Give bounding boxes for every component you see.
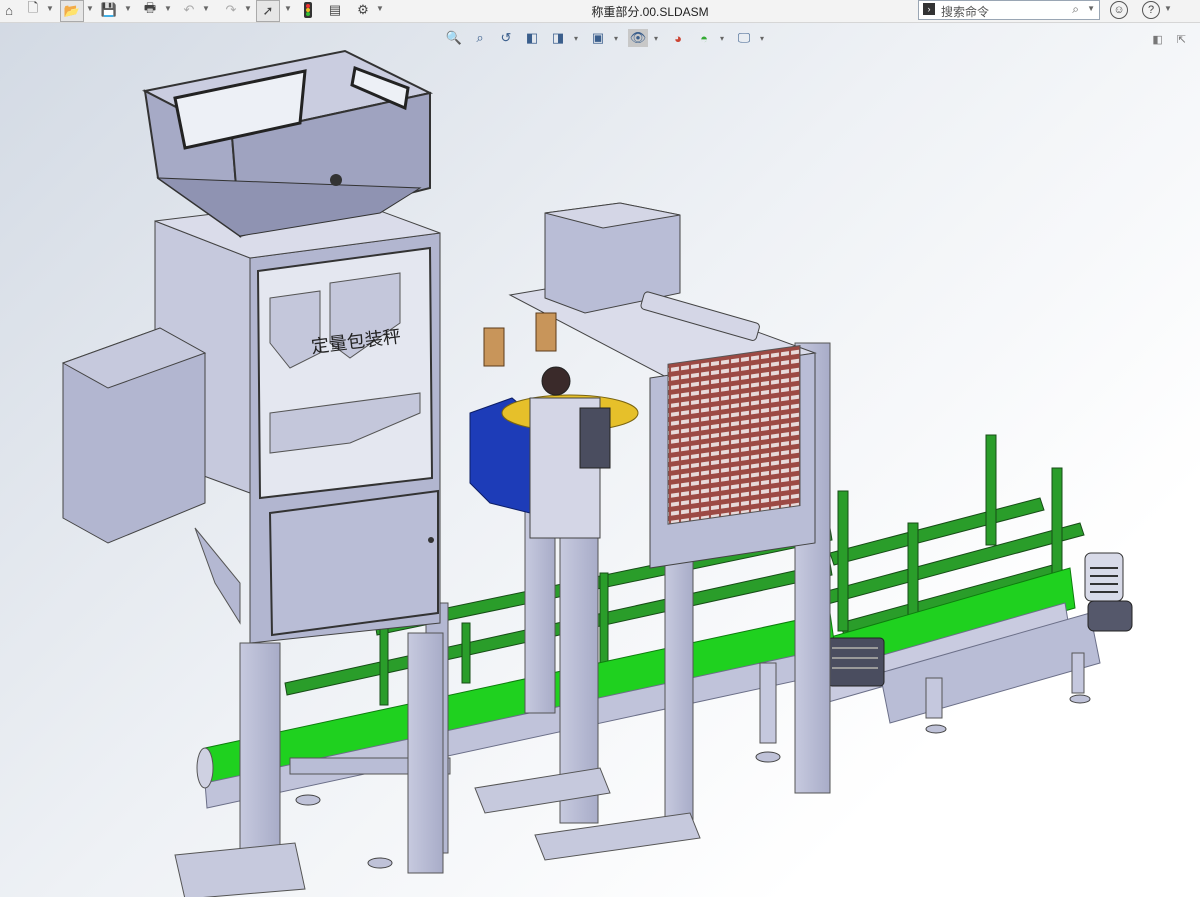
search-icon[interactable]: ⌕ xyxy=(1072,2,1079,17)
chevron-down-icon[interactable]: ▼ xyxy=(1164,4,1172,13)
right-conveyor[interactable] xyxy=(809,434,1133,734)
user-account-icon[interactable]: ☺ xyxy=(1110,1,1128,19)
chevron-down-icon[interactable]: ▼ xyxy=(202,4,210,13)
command-prompt-icon: › xyxy=(923,3,935,15)
home-icon[interactable]: ⌂ xyxy=(0,0,18,20)
search-placeholder: 搜索命令 xyxy=(941,5,990,19)
redo-icon[interactable]: ↷ xyxy=(222,0,240,20)
new-doc-icon[interactable]: 🗋 xyxy=(24,0,42,20)
document-title: 称重部分.00.SLDASM xyxy=(591,5,709,19)
chevron-down-icon[interactable]: ▼ xyxy=(284,4,292,13)
title-bar: ⌂ 🗋 ▼ 📂 ▼ 💾 ▼ 🖶 ▼ ↶ ▼ ↷ ▼ ➚ ▼ ▤ ⚙ ▼ 称重部分… xyxy=(0,0,1200,23)
print-icon[interactable]: 🖶 xyxy=(140,0,160,20)
bag-clamping-frame[interactable] xyxy=(469,202,831,861)
search-commands-field[interactable]: › 搜索命令 ⌕ ▼ xyxy=(918,0,1100,20)
open-icon[interactable]: 📂 xyxy=(60,0,84,22)
select-icon[interactable]: ➚ xyxy=(256,0,280,22)
chevron-down-icon[interactable]: ▼ xyxy=(124,4,132,13)
assembly-model[interactable]: 定量包装秤 xyxy=(0,23,1200,897)
graphics-viewport[interactable]: 🔍 ⌕ ↺ ◧ ◨ ▾ ▣ ▾ 👁 ▾ ◕ ◓ ▾ 🖵 ▾ ◧ ⇱ 定量包装秤 xyxy=(0,23,1200,897)
chevron-down-icon[interactable]: ▼ xyxy=(1087,4,1095,13)
help-icon[interactable]: ? xyxy=(1142,1,1160,19)
chevron-down-icon[interactable]: ▼ xyxy=(376,4,384,13)
undo-icon[interactable]: ↶ xyxy=(180,0,198,20)
chevron-down-icon[interactable]: ▼ xyxy=(244,4,252,13)
rebuild-icon[interactable] xyxy=(300,0,316,20)
chevron-down-icon[interactable]: ▼ xyxy=(164,4,172,13)
chevron-down-icon[interactable]: ▼ xyxy=(86,4,94,13)
file-props-icon[interactable]: ▤ xyxy=(326,0,344,20)
chevron-down-icon[interactable]: ▼ xyxy=(46,4,54,13)
options-icon[interactable]: ⚙ xyxy=(354,0,372,20)
save-icon[interactable]: 💾 xyxy=(100,0,118,20)
